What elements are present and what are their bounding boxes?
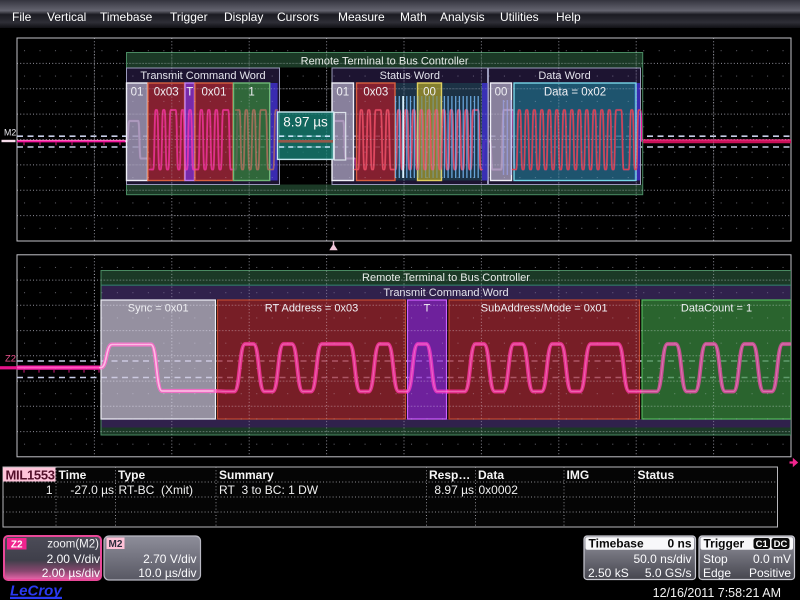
- svg-text:Utilities: Utilities: [500, 10, 539, 24]
- svg-text:Timebase: Timebase: [100, 10, 153, 24]
- svg-text:10.0 µs/div: 10.0 µs/div: [138, 566, 196, 580]
- svg-text:File: File: [12, 10, 32, 24]
- svg-text:-27.0 µs: -27.0 µs: [70, 483, 114, 497]
- svg-text:Trigger: Trigger: [170, 10, 208, 24]
- svg-text:Data: Data: [478, 468, 504, 482]
- svg-text:Help: Help: [556, 10, 581, 24]
- svg-text:0x0002: 0x0002: [479, 483, 519, 497]
- svg-text:Timebase: Timebase: [589, 536, 644, 550]
- svg-text:Z2: Z2: [11, 540, 23, 551]
- svg-text:2.00 V/div: 2.00 V/div: [47, 552, 100, 566]
- svg-text:8.97 µs: 8.97 µs: [434, 483, 474, 497]
- svg-text:M2: M2: [109, 539, 123, 550]
- svg-text:12/16/2011 7:58:21 AM: 12/16/2011 7:58:21 AM: [653, 586, 781, 600]
- svg-text:1: 1: [46, 483, 53, 497]
- svg-text:IMG: IMG: [567, 468, 590, 482]
- svg-text:Remote Terminal to Bus Control: Remote Terminal to Bus Controller: [301, 55, 469, 67]
- svg-text:Transmit Command Word: Transmit Command Word: [383, 287, 508, 299]
- svg-text:5.0 GS/s: 5.0 GS/s: [645, 566, 692, 580]
- svg-text:DC: DC: [774, 539, 788, 550]
- svg-text:M2: M2: [4, 127, 16, 137]
- svg-text:Sync = 0x01: Sync = 0x01: [128, 303, 189, 315]
- svg-text:Positive: Positive: [749, 566, 791, 580]
- svg-text:C1: C1: [756, 539, 769, 550]
- svg-text:Vertical: Vertical: [47, 10, 86, 24]
- svg-text:2.50 kS: 2.50 kS: [588, 566, 629, 580]
- svg-text:Z2: Z2: [5, 354, 16, 365]
- svg-text:Summary: Summary: [219, 468, 274, 482]
- svg-text:Time: Time: [59, 468, 87, 482]
- svg-text:T: T: [186, 87, 193, 99]
- svg-text:RT-BC (Xmit): RT-BC (Xmit): [119, 483, 193, 497]
- svg-text:Stop: Stop: [703, 552, 728, 566]
- svg-text:Analysis: Analysis: [440, 10, 485, 24]
- svg-text:zoom(M2): zoom(M2): [47, 539, 99, 551]
- svg-text:Resp…: Resp…: [429, 468, 470, 482]
- svg-text:MIL1553: MIL1553: [6, 468, 55, 483]
- svg-text:8.97 µs: 8.97 µs: [283, 115, 328, 130]
- svg-text:Cursors: Cursors: [277, 10, 319, 24]
- svg-text:Measure: Measure: [338, 10, 385, 24]
- svg-text:T: T: [424, 303, 431, 315]
- svg-text:0.0 mV: 0.0 mV: [753, 552, 791, 566]
- svg-text:Remote Terminal to Bus Control: Remote Terminal to Bus Controller: [362, 272, 530, 284]
- svg-text:Transmit Command Word: Transmit Command Word: [140, 70, 265, 82]
- svg-text:Type: Type: [118, 468, 145, 482]
- svg-text:Status Word: Status Word: [380, 70, 440, 82]
- svg-text:Data Word: Data Word: [538, 70, 590, 82]
- svg-text:0 ns: 0 ns: [667, 536, 691, 550]
- svg-text:Math: Math: [400, 10, 427, 24]
- svg-text:DataCount = 1: DataCount = 1: [681, 303, 752, 315]
- svg-text:Trigger: Trigger: [704, 536, 745, 550]
- svg-text:2.00 µs/div: 2.00 µs/div: [42, 566, 100, 580]
- svg-text:2.70 V/div: 2.70 V/div: [143, 552, 196, 566]
- svg-text:RT 3 to BC: 1 DW: RT 3 to BC: 1 DW: [219, 483, 319, 497]
- svg-text:Edge: Edge: [703, 566, 731, 580]
- svg-text:50.0 ns/div: 50.0 ns/div: [633, 552, 691, 566]
- svg-text:RT Address = 0x03: RT Address = 0x03: [265, 303, 358, 315]
- svg-text:Status: Status: [638, 468, 675, 482]
- svg-text:SubAddress/Mode = 0x01: SubAddress/Mode = 0x01: [481, 303, 608, 315]
- svg-text:Display: Display: [224, 10, 263, 24]
